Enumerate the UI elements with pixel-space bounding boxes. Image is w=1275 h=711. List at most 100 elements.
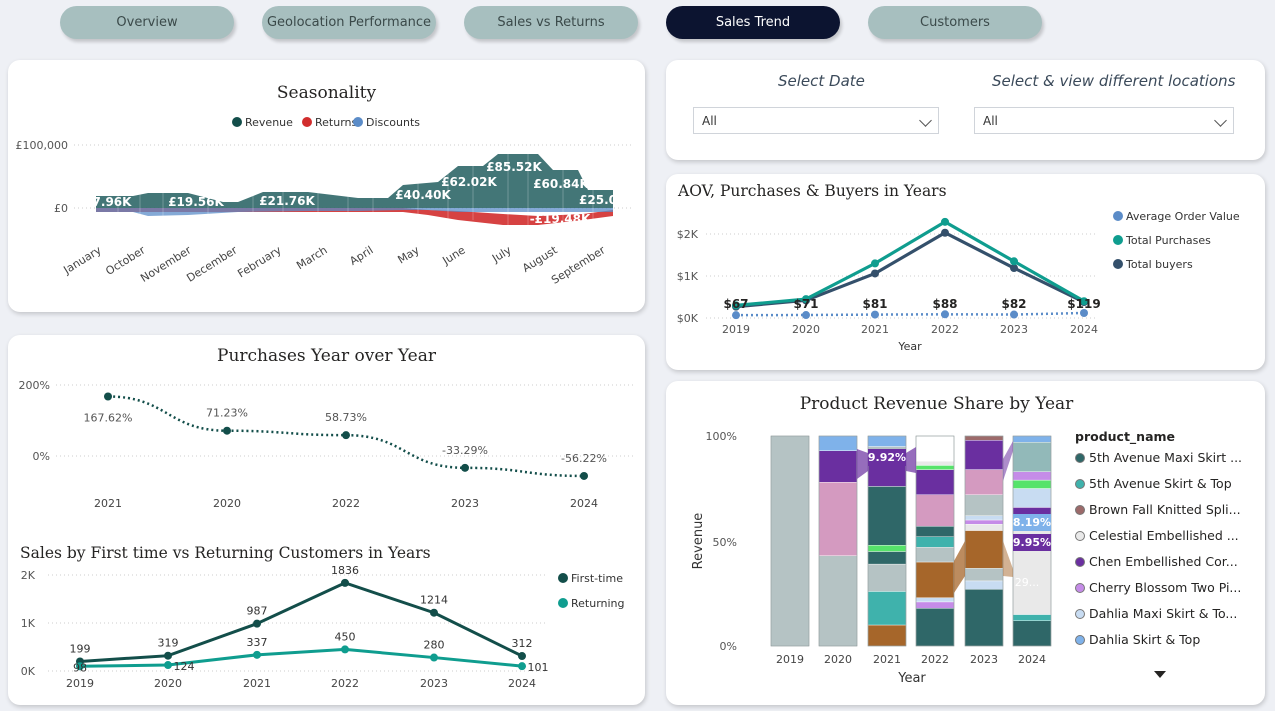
legend-dot-icon bbox=[1075, 635, 1085, 645]
stacked-bar-segment[interactable] bbox=[818, 481, 858, 556]
stacked-bar-segment[interactable] bbox=[915, 469, 955, 495]
data-point[interactable] bbox=[732, 311, 740, 320]
stacked-bar-segment[interactable] bbox=[915, 547, 955, 563]
data-label: 98 bbox=[73, 661, 87, 674]
stacked-bar-segment[interactable] bbox=[915, 536, 955, 548]
data-label: $81 bbox=[862, 297, 887, 311]
data-point[interactable] bbox=[164, 661, 172, 670]
data-point[interactable] bbox=[1010, 257, 1018, 266]
seasonality-card: Seasonality Revenue Returns Discounts £1… bbox=[8, 60, 645, 312]
stacked-bar-segment[interactable] bbox=[867, 591, 907, 626]
data-point[interactable] bbox=[430, 608, 438, 617]
stacked-bar-segment[interactable] bbox=[818, 450, 858, 483]
data-point[interactable] bbox=[518, 662, 526, 671]
stacked-bar-segment[interactable] bbox=[1012, 471, 1052, 481]
stacked-bar-segment[interactable] bbox=[915, 561, 955, 598]
stacked-bar-segment[interactable] bbox=[915, 526, 955, 538]
legend-returning-label: Returning bbox=[571, 597, 625, 610]
tab-geolocation-performance[interactable]: Geolocation Performance bbox=[262, 6, 436, 39]
stacked-bar-segment[interactable] bbox=[964, 494, 1004, 517]
stacked-bar-segment[interactable] bbox=[1012, 620, 1052, 647]
product-legend-item[interactable]: Cherry Blossom Two Pi... bbox=[1075, 580, 1241, 595]
tab-overview[interactable]: Overview bbox=[60, 6, 234, 39]
legend-aov[interactable]: Average Order Value bbox=[1113, 210, 1240, 223]
product-legend-item[interactable]: Dahlia Maxi Skirt & To... bbox=[1075, 606, 1237, 621]
stacked-bar-segment[interactable] bbox=[770, 435, 810, 647]
ribbon bbox=[857, 449, 868, 479]
data-point[interactable] bbox=[802, 311, 810, 320]
stacked-bar-segment[interactable] bbox=[867, 435, 907, 447]
data-point[interactable] bbox=[1010, 310, 1018, 319]
stacked-bar-segment[interactable] bbox=[1012, 488, 1052, 508]
tab-sales-vs-returns[interactable]: Sales vs Returns bbox=[464, 6, 638, 39]
data-point[interactable] bbox=[341, 645, 349, 654]
stacked-bar-segment[interactable] bbox=[964, 530, 1004, 569]
data-point[interactable] bbox=[164, 651, 172, 660]
stacked-bar-segment[interactable] bbox=[867, 624, 907, 647]
product-legend-item[interactable]: Chen Embellished Cor... bbox=[1075, 554, 1238, 569]
legend-purchases[interactable]: Total Purchases bbox=[1113, 234, 1211, 247]
stacked-bar-segment[interactable] bbox=[867, 486, 907, 546]
data-point[interactable] bbox=[941, 310, 949, 319]
series-line bbox=[735, 311, 1085, 317]
product-legend-item[interactable]: Dahlia Skirt & Top bbox=[1075, 632, 1200, 647]
stacked-bar-segment[interactable] bbox=[867, 563, 907, 592]
x-tick: 2020 bbox=[824, 653, 852, 666]
data-point[interactable] bbox=[253, 650, 261, 659]
data-point[interactable] bbox=[253, 619, 261, 628]
stacked-bar-segment[interactable] bbox=[818, 555, 858, 647]
stacked-bar-segment[interactable] bbox=[867, 551, 907, 565]
stacked-bar-segment[interactable] bbox=[1012, 614, 1052, 622]
stacked-bar-segment[interactable] bbox=[915, 494, 955, 527]
stacked-bar-segment[interactable] bbox=[915, 465, 955, 470]
y-tick: $1K bbox=[677, 270, 699, 283]
product-legend-item[interactable]: 5th Avenue Skirt & Top bbox=[1075, 476, 1232, 491]
data-point[interactable] bbox=[871, 310, 879, 319]
stacked-bar-segment[interactable] bbox=[964, 523, 1004, 531]
legend-buyers[interactable]: Total buyers bbox=[1113, 258, 1193, 271]
stacked-bar-segment[interactable] bbox=[915, 607, 955, 647]
stacked-bar-segment[interactable] bbox=[1012, 442, 1052, 472]
product-legend-item[interactable]: Brown Fall Knitted Spli... bbox=[1075, 502, 1241, 517]
stacked-bar-segment[interactable] bbox=[1012, 435, 1052, 443]
product-legend-item[interactable]: Celestial Embellished ... bbox=[1075, 528, 1239, 543]
stacked-bar-segment[interactable] bbox=[964, 435, 1004, 441]
stacked-bar-segment[interactable] bbox=[1012, 479, 1052, 489]
data-point[interactable] bbox=[941, 228, 949, 237]
stacked-bar-segment[interactable] bbox=[818, 435, 858, 451]
data-point[interactable] bbox=[941, 217, 949, 226]
stacked-bar-segment[interactable] bbox=[964, 469, 1004, 495]
stacked-bar-segment[interactable] bbox=[867, 463, 907, 487]
stacked-bar-segment[interactable] bbox=[964, 580, 1004, 590]
tab-customers[interactable]: Customers bbox=[868, 6, 1042, 39]
legend-first-time[interactable]: First-time bbox=[558, 572, 623, 585]
data-label: 1836 bbox=[331, 564, 359, 577]
data-point[interactable] bbox=[871, 269, 879, 278]
stacked-bar-segment[interactable] bbox=[964, 440, 1004, 470]
scroll-down-icon[interactable] bbox=[1154, 671, 1166, 678]
date-dropdown[interactable]: All bbox=[693, 107, 939, 134]
stacked-bar-segment[interactable] bbox=[915, 460, 955, 466]
x-tick: February bbox=[235, 243, 284, 280]
stacked-bar-segment[interactable] bbox=[964, 589, 1004, 647]
stacked-bar-segment[interactable] bbox=[915, 597, 955, 603]
x-tick: June bbox=[440, 243, 468, 267]
stacked-bar-segment[interactable] bbox=[964, 568, 1004, 582]
location-dropdown[interactable]: All bbox=[974, 107, 1234, 134]
stacked-bar-segment[interactable] bbox=[867, 544, 907, 552]
product-legend-item[interactable]: 5th Avenue Maxi Skirt ... bbox=[1075, 450, 1242, 465]
x-tick: January bbox=[60, 243, 104, 277]
data-label: 199 bbox=[70, 642, 91, 655]
legend-dot-icon bbox=[1075, 531, 1085, 541]
data-point[interactable] bbox=[341, 578, 349, 587]
data-point[interactable] bbox=[871, 259, 879, 268]
stacked-bar-segment[interactable] bbox=[964, 519, 1004, 525]
stacked-bar-segment[interactable] bbox=[915, 601, 955, 609]
tab-sales-trend[interactable]: Sales Trend bbox=[666, 6, 840, 39]
data-point[interactable] bbox=[430, 653, 438, 662]
x-tick: 2019 bbox=[776, 653, 804, 666]
legend-returning[interactable]: Returning bbox=[558, 597, 625, 610]
stacked-bar-segment[interactable] bbox=[964, 515, 1004, 521]
legend-dot-icon bbox=[1075, 453, 1085, 463]
data-point[interactable] bbox=[518, 652, 526, 661]
